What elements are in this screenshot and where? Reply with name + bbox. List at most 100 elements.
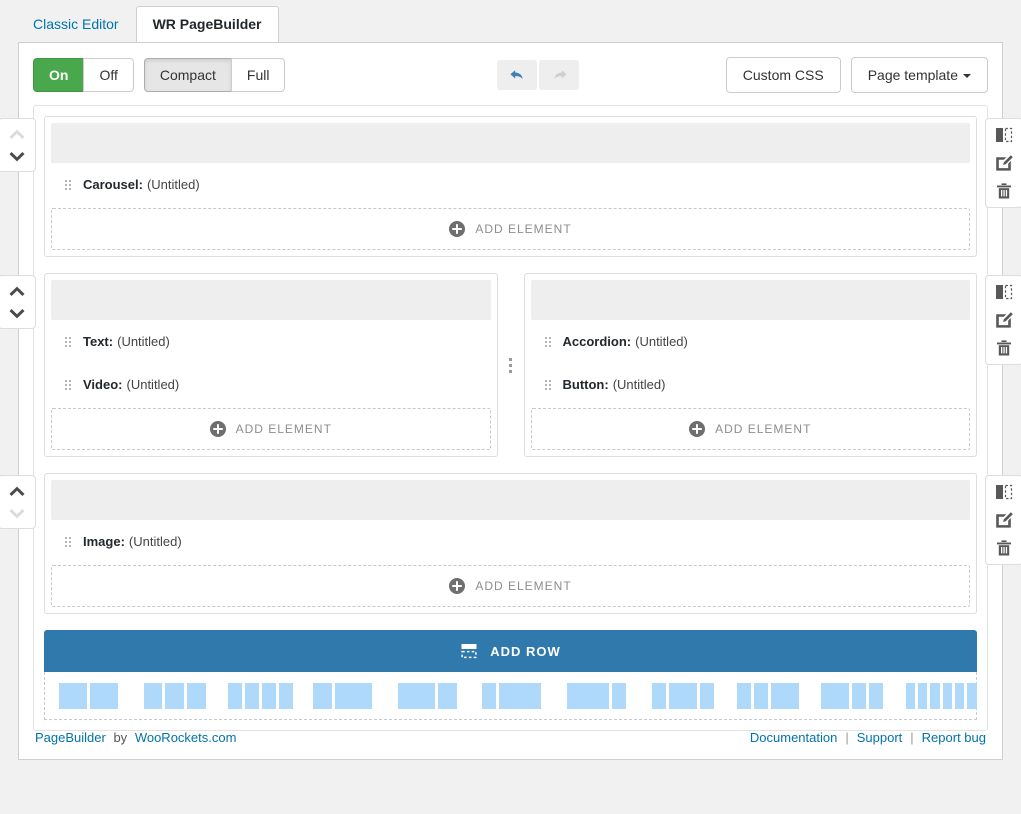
view-compact-button[interactable]: Compact <box>143 58 232 92</box>
add-element-button-row2-col1[interactable]: ADD ELEMENT <box>51 408 491 450</box>
layout-column-swatch <box>918 682 928 709</box>
element-title-label: (Untitled) <box>117 334 170 349</box>
layout-4-equal[interactable] <box>228 682 294 709</box>
layout-column-swatch <box>499 682 542 709</box>
row-2-delete-button[interactable] <box>994 339 1014 357</box>
footer-link-pagebuilder[interactable]: PageBuilder <box>35 730 106 745</box>
undo-button[interactable] <box>497 60 538 90</box>
builder-footer: PageBuilder by WooRockets.com Documentat… <box>19 716 1002 759</box>
layout-column-swatch <box>668 682 697 709</box>
tab-wr-pagebuilder[interactable]: WR PageBuilder <box>135 6 279 43</box>
add-element-button-row2-col2[interactable]: ADD ELEMENT <box>530 408 970 450</box>
builder-canvas: Carousel: (Untitled) ADD ELEMENT Text: (… <box>0 105 1021 731</box>
add-element-button-row3[interactable]: ADD ELEMENT <box>51 565 970 607</box>
layout-column-swatch <box>955 682 965 709</box>
element-type-label: Image: <box>83 534 125 549</box>
row-3-delete-button[interactable] <box>994 539 1014 557</box>
add-row-button[interactable]: ADD ROW <box>44 630 977 672</box>
redo-arrow-icon <box>551 67 568 83</box>
row-3-move-controls <box>0 475 36 529</box>
row-1-move-down[interactable] <box>6 148 28 165</box>
layout-half-quarter-quarter[interactable] <box>821 682 884 709</box>
row-1-edit-button[interactable] <box>994 154 1014 172</box>
tab-classic-editor[interactable]: Classic Editor <box>18 7 134 42</box>
footer-links: Documentation | Support | Report bug <box>750 730 986 745</box>
row-1-delete-button[interactable] <box>994 182 1014 200</box>
layout-column-swatch <box>334 682 373 709</box>
element-carousel[interactable]: Carousel: (Untitled) <box>51 163 970 206</box>
layout-quarter-threequarters[interactable] <box>482 682 542 709</box>
add-element-label: ADD ELEMENT <box>475 222 572 236</box>
layout-column-swatch <box>930 682 940 709</box>
layout-column-swatch <box>165 682 184 709</box>
layout-column-swatch <box>905 682 916 709</box>
drag-handle-icon[interactable] <box>544 379 551 390</box>
element-accordion[interactable]: Accordion: (Untitled) <box>531 320 971 363</box>
element-button[interactable]: Button: (Untitled) <box>531 363 971 406</box>
view-mode-group: Compact Full <box>143 58 286 92</box>
row-layout-presets <box>44 672 977 720</box>
row-3-header-placeholder <box>51 480 970 520</box>
footer-link-woorockets[interactable]: WooRockets.com <box>135 730 237 745</box>
page-template-dropdown[interactable]: Page template <box>850 57 988 93</box>
element-type-label: Text: <box>83 334 114 349</box>
vertical-dots-icon <box>509 357 512 373</box>
element-type-label: Carousel: <box>83 177 143 192</box>
footer-link-documentation[interactable]: Documentation <box>750 730 837 745</box>
drag-handle-icon[interactable] <box>65 336 71 347</box>
row-1-move-up[interactable] <box>6 125 28 142</box>
element-image[interactable]: Image: (Untitled) <box>51 520 970 563</box>
add-row-icon <box>460 642 478 660</box>
layout-threequarters-quarter[interactable] <box>567 682 627 709</box>
layout-third-twothirds[interactable] <box>313 682 373 709</box>
layout-column-swatch <box>753 682 768 709</box>
add-element-button-row1[interactable]: ADD ELEMENT <box>51 208 970 250</box>
drag-handle-icon[interactable] <box>544 336 551 347</box>
row-1-box: Carousel: (Untitled) ADD ELEMENT <box>44 116 977 257</box>
element-video[interactable]: Video: (Untitled) <box>51 363 491 406</box>
row-2-move-up[interactable] <box>6 282 28 299</box>
element-text[interactable]: Text: (Untitled) <box>51 320 491 363</box>
layout-twothirds-third[interactable] <box>397 682 457 709</box>
builder-on-button[interactable]: On <box>33 58 85 92</box>
drag-handle-icon[interactable] <box>65 379 71 390</box>
layout-column-swatch <box>567 682 610 709</box>
drag-handle-icon[interactable] <box>65 179 71 190</box>
layout-column-swatch <box>869 682 884 709</box>
row-3-move-down[interactable] <box>6 505 28 522</box>
row-3-edit-button[interactable] <box>994 511 1014 529</box>
layout-6-equal[interactable] <box>905 682 977 709</box>
row-1-columns-button[interactable] <box>994 126 1014 144</box>
layout-3-equal[interactable] <box>143 682 206 709</box>
layout-column-swatch <box>90 682 118 709</box>
footer-by-text: by <box>113 730 128 745</box>
footer-link-report-bug[interactable]: Report bug <box>922 730 986 745</box>
row-2-edit-button[interactable] <box>994 311 1014 329</box>
row-2-columns-button[interactable] <box>994 283 1014 301</box>
footer-link-support[interactable]: Support <box>857 730 903 745</box>
footer-branding: PageBuilder by WooRockets.com <box>35 730 236 745</box>
layout-column-swatch <box>770 682 799 709</box>
redo-button[interactable] <box>539 60 580 90</box>
drag-handle-icon[interactable] <box>65 536 71 547</box>
layout-column-swatch <box>59 682 87 709</box>
element-title-label: (Untitled) <box>612 377 666 392</box>
builder-off-button[interactable]: Off <box>83 58 134 92</box>
view-full-button[interactable]: Full <box>230 58 286 92</box>
row-3-columns-button[interactable] <box>994 483 1014 501</box>
layout-column-swatch <box>279 682 294 709</box>
custom-css-button[interactable]: Custom CSS <box>725 57 841 93</box>
plus-circle-icon <box>689 421 706 437</box>
layout-column-swatch <box>143 682 163 709</box>
element-title-label: (Untitled) <box>146 177 200 192</box>
row-3-move-up[interactable] <box>6 482 28 499</box>
layout-2-equal[interactable] <box>59 682 118 709</box>
editor-tabs: Classic Editor WR PageBuilder <box>0 0 1021 43</box>
row-3-box: Image: (Untitled) ADD ELEMENT <box>44 473 977 614</box>
layout-quarter-half-quarter[interactable] <box>651 682 714 709</box>
column-2-1-box: Text: (Untitled) Video: (Untitled) ADD E… <box>44 273 498 457</box>
builder-toolbar: On Off Compact Full Custom CSS Page temp… <box>19 43 1002 105</box>
row-2-move-down[interactable] <box>6 305 28 322</box>
layout-quarter-quarter-half[interactable] <box>736 682 799 709</box>
column-resize-handle[interactable] <box>498 273 524 457</box>
